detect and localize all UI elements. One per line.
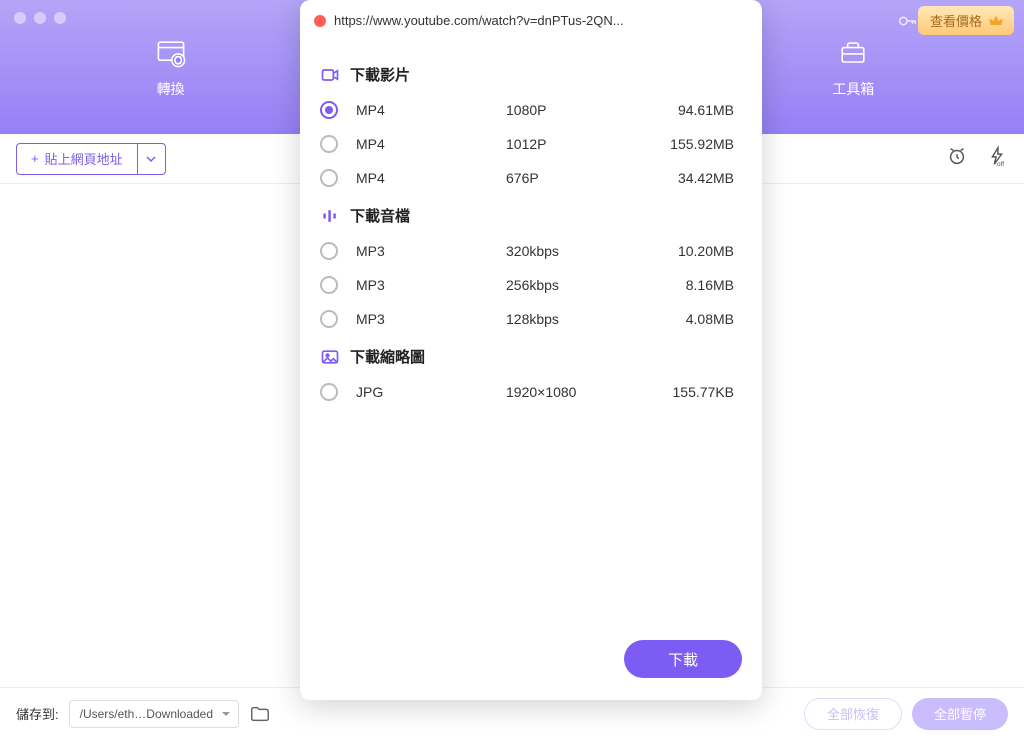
section-audio-label: 下載音檔 [350, 205, 410, 226]
download-options-modal: https://www.youtube.com/watch?v=dnPTus-2… [300, 0, 762, 700]
key-icon[interactable] [896, 10, 918, 37]
modal-footer: 下載 [300, 624, 762, 700]
zoom-window-icon[interactable] [54, 12, 66, 24]
section-video-label: 下載影片 [350, 64, 410, 85]
option-format: JPG [356, 384, 506, 400]
option-quality: 1012P [506, 136, 656, 152]
radio-icon[interactable] [320, 169, 338, 187]
option-size: 34.42MB [656, 170, 742, 186]
lightning-off-icon: off [986, 145, 1008, 167]
radio-icon[interactable] [320, 242, 338, 260]
option-quality: 1920×1080 [506, 384, 656, 400]
scheduler-button[interactable] [946, 145, 968, 172]
option-quality: 128kbps [506, 311, 656, 327]
save-path-select[interactable]: /Users/eth…Downloaded [69, 700, 239, 728]
audio-icon [320, 206, 340, 226]
modal-body: 下載影片 MP4 1080P 94.61MB MP4 1012P 155.92M… [300, 42, 762, 624]
option-quality: 320kbps [506, 243, 656, 259]
open-folder-button[interactable] [249, 703, 271, 725]
option-format: MP3 [356, 277, 506, 293]
thumb-option-row[interactable]: JPG 1920×1080 155.77KB [300, 375, 762, 409]
option-quality: 256kbps [506, 277, 656, 293]
option-format: MP4 [356, 170, 506, 186]
window-controls [14, 12, 66, 24]
image-icon [320, 347, 340, 367]
option-quality: 676P [506, 170, 656, 186]
speed-limit-button[interactable]: off [986, 145, 1008, 172]
tab-convert-label: 轉換 [157, 79, 185, 99]
paste-url-dropdown[interactable] [137, 144, 165, 174]
folder-icon [249, 703, 271, 725]
radio-icon[interactable] [320, 383, 338, 401]
option-size: 155.77KB [656, 384, 742, 400]
svg-text:off: off [997, 161, 1004, 167]
section-thumb-label: 下載縮略圖 [350, 346, 425, 367]
paste-url-button[interactable]: + 貼上網頁地址 [16, 143, 166, 175]
video-option-row[interactable]: MP4 676P 34.42MB [300, 161, 762, 195]
section-thumb-title: 下載縮略圖 [300, 336, 762, 375]
tab-toolbox-label: 工具箱 [832, 79, 874, 99]
pause-all-label: 全部暫停 [934, 704, 986, 723]
section-video-title: 下載影片 [300, 54, 762, 93]
video-icon [320, 65, 340, 85]
restore-all-label: 全部恢復 [827, 704, 879, 723]
modal-close-icon[interactable] [314, 15, 326, 27]
audio-option-row[interactable]: MP3 256kbps 8.16MB [300, 268, 762, 302]
alarm-clock-icon [946, 145, 968, 167]
download-button[interactable]: 下載 [624, 640, 742, 678]
section-audio-title: 下載音檔 [300, 195, 762, 234]
plus-icon: + [31, 151, 39, 166]
option-format: MP4 [356, 136, 506, 152]
restore-all-button[interactable]: 全部恢復 [804, 698, 902, 730]
video-option-row[interactable]: MP4 1012P 155.92MB [300, 127, 762, 161]
option-size: 10.20MB [656, 243, 742, 259]
option-size: 94.61MB [656, 102, 742, 118]
paste-url-main[interactable]: + 貼上網頁地址 [17, 149, 137, 168]
radio-icon[interactable] [320, 310, 338, 328]
option-format: MP3 [356, 243, 506, 259]
radio-icon[interactable] [320, 135, 338, 153]
minimize-window-icon[interactable] [34, 12, 46, 24]
option-size: 4.08MB [656, 311, 742, 327]
download-button-label: 下載 [668, 649, 698, 670]
modal-url: https://www.youtube.com/watch?v=dnPTus-2… [334, 13, 624, 28]
radio-icon[interactable] [320, 276, 338, 294]
close-window-icon[interactable] [14, 12, 26, 24]
convert-icon [153, 35, 189, 71]
toolbox-icon [835, 35, 871, 71]
crown-icon [988, 13, 1004, 29]
option-format: MP3 [356, 311, 506, 327]
modal-header: https://www.youtube.com/watch?v=dnPTus-2… [300, 0, 762, 42]
chevron-down-icon [146, 154, 156, 164]
view-price-label: 查看價格 [930, 11, 982, 30]
option-size: 8.16MB [656, 277, 742, 293]
radio-icon[interactable] [320, 101, 338, 119]
audio-option-row[interactable]: MP3 320kbps 10.20MB [300, 234, 762, 268]
option-size: 155.92MB [656, 136, 742, 152]
audio-option-row[interactable]: MP3 128kbps 4.08MB [300, 302, 762, 336]
save-path-value: /Users/eth…Downloaded [80, 707, 213, 721]
view-price-button[interactable]: 查看價格 [918, 6, 1014, 35]
save-to-label: 儲存到: [16, 704, 59, 723]
pause-all-button[interactable]: 全部暫停 [912, 698, 1008, 730]
video-option-row[interactable]: MP4 1080P 94.61MB [300, 93, 762, 127]
option-quality: 1080P [506, 102, 656, 118]
paste-url-label: 貼上網頁地址 [45, 149, 123, 168]
option-format: MP4 [356, 102, 506, 118]
